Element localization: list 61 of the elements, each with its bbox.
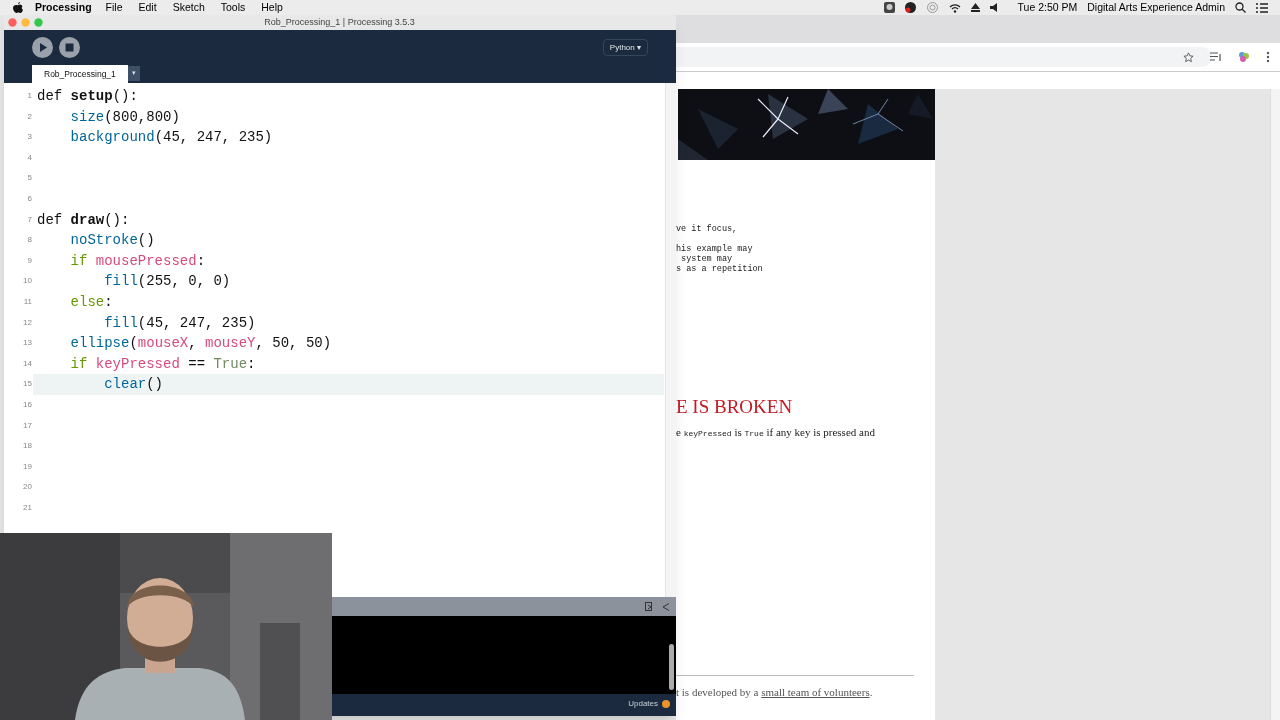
line-number: 21 <box>22 501 33 514</box>
console-copy-icon[interactable] <box>645 601 654 612</box>
line-number: 3 <box>26 131 33 144</box>
window-title: Rob_Processing_1 | Processing 3.5.3 <box>264 15 415 29</box>
speaker-icon[interactable] <box>989 3 998 12</box>
scrollbar[interactable] <box>665 83 676 597</box>
line-number: 4 <box>26 151 33 164</box>
page-heading: E IS BROKEN <box>676 395 793 419</box>
line-number: 13 <box>22 337 33 350</box>
app-status-icon[interactable] <box>904 2 916 13</box>
more-icon[interactable] <box>1266 51 1270 63</box>
paragraph: e keyPressed is True if any key is pressed and <box>676 425 875 440</box>
collapse-icon[interactable] <box>662 602 670 611</box>
scrollbar-thumb[interactable] <box>669 644 674 690</box>
code-line: ve it focus, <box>676 224 739 234</box>
line-number: 1 <box>26 90 33 102</box>
menubar-clock[interactable]: Tue 2:50 PM <box>1017 0 1078 16</box>
footer-link[interactable]: small team of volunteers <box>761 686 870 698</box>
line-number: 8 <box>26 234 33 247</box>
line-number: 2 <box>26 110 33 123</box>
playlist-icon[interactable] <box>1210 52 1222 62</box>
code-line: his example may <box>676 244 754 254</box>
line-number: 18 <box>22 440 33 453</box>
menu-item[interactable]: Edit <box>138 0 157 16</box>
line-number: 15 <box>22 378 33 391</box>
mode-dropdown[interactable]: Python ▾ <box>602 39 648 56</box>
footer-text: t is developed by a small team of volunteers. <box>676 685 873 700</box>
menu-item[interactable]: Processing <box>35 0 92 16</box>
scrollbar[interactable] <box>1270 89 1280 720</box>
line-number: 11 <box>22 295 33 308</box>
menu-item[interactable]: Tools <box>220 0 246 16</box>
stop-button[interactable] <box>59 37 80 58</box>
apple-icon[interactable] <box>13 1 23 14</box>
line-number: 7 <box>26 213 33 226</box>
menubar-user[interactable]: Digital Arts Experience Admin <box>1087 0 1225 16</box>
editor-tab[interactable]: Rob_Processing_1 <box>32 65 128 83</box>
menu-item[interactable]: Sketch <box>172 0 205 16</box>
run-button[interactable] <box>32 37 53 58</box>
extension-icon[interactable] <box>1238 51 1250 63</box>
line-number: 5 <box>26 172 33 185</box>
menu-item[interactable]: File <box>105 0 123 16</box>
line-number: 17 <box>22 419 33 432</box>
line-number: 6 <box>26 192 33 205</box>
app-status-icon[interactable] <box>883 2 895 13</box>
line-number: 16 <box>22 398 33 411</box>
line-number: 9 <box>26 254 33 267</box>
search-icon[interactable] <box>1235 2 1246 13</box>
updates-label[interactable]: Updates <box>628 698 658 710</box>
line-number: 12 <box>22 316 33 329</box>
notification-dot-icon <box>662 700 670 708</box>
eject-icon[interactable] <box>970 3 980 12</box>
line-number: 19 <box>22 460 33 473</box>
line-number: 20 <box>22 481 33 494</box>
menu-item[interactable]: Help <box>261 0 283 16</box>
menu-icon[interactable] <box>1256 2 1268 13</box>
line-number: 10 <box>22 275 33 288</box>
star-icon[interactable] <box>1183 51 1194 63</box>
line-number: 14 <box>22 357 33 370</box>
wifi-icon[interactable] <box>948 2 961 13</box>
code-line: system may <box>680 254 734 264</box>
code-line: s as a repetition <box>676 264 763 274</box>
